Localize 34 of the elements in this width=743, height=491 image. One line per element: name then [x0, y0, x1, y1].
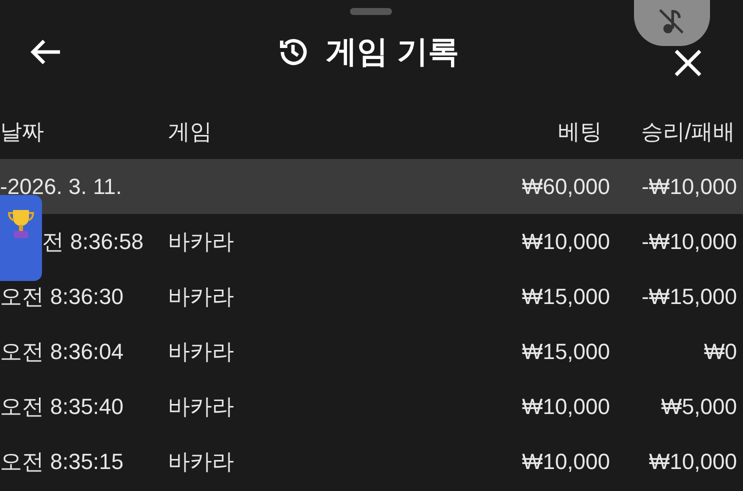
bet-amount: ₩15,000 [520, 283, 610, 311]
bet-total: ₩60,000 [520, 173, 610, 201]
trophy-icon [6, 207, 36, 241]
time-text: 전 8:36:58 [41, 228, 145, 256]
game-name: 바카라 [168, 338, 235, 366]
result-amount: ₩5,000 [660, 393, 738, 421]
page-title: 게임 기록 [326, 32, 459, 71]
column-header: 날짜 [0, 118, 45, 146]
time-text: 오전 8:35:15 [0, 448, 125, 476]
bet-amount: ₩10,000 [520, 393, 610, 421]
time-text: 오전 8:35:40 [0, 393, 125, 421]
result-amount: -₩10,000 [640, 228, 738, 256]
column-header: 게임 [168, 118, 213, 146]
game-name: 바카라 [168, 393, 235, 421]
bet-amount: ₩10,000 [520, 448, 610, 476]
result-total: -₩10,000 [640, 173, 738, 201]
result-amount: ₩10,000 [648, 448, 738, 476]
game-name: 바카라 [168, 283, 235, 311]
trophy-badge[interactable] [0, 195, 42, 281]
bet-amount: ₩10,000 [520, 228, 610, 256]
close-icon[interactable] [673, 48, 703, 78]
game-name: 바카라 [168, 228, 235, 256]
bet-amount: ₩15,000 [520, 338, 610, 366]
back-arrow-icon[interactable] [30, 38, 62, 66]
column-header: 베팅 [557, 118, 603, 146]
date-text: -2026. 3. 11. [0, 173, 123, 201]
result-amount: ₩0 [703, 338, 738, 366]
column-header: 승리/패배 [640, 118, 736, 146]
game-name: 바카라 [168, 448, 235, 476]
music-off-button[interactable] [634, 0, 710, 46]
time-text: 오전 8:36:30 [0, 283, 125, 311]
drag-handle[interactable] [350, 8, 392, 15]
time-text: 오전 8:36:04 [0, 338, 125, 366]
result-amount: -₩15,000 [640, 283, 738, 311]
